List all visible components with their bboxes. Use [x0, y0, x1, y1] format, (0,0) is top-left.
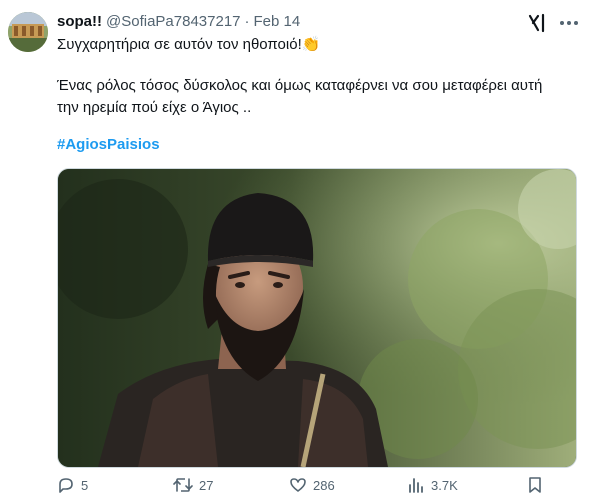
tweet[interactable]: sopa!! @SofiaPa78437217 · Feb 14 Συγχαρη… — [0, 0, 598, 494]
grok-button[interactable] — [526, 12, 548, 34]
repost-button[interactable]: 27 — [173, 476, 213, 494]
tweet-text-line-1: Συγχαρητήρια σε αυτόν τον ηθοποιό!👏 — [57, 36, 321, 53]
bookmark-button[interactable] — [527, 476, 543, 494]
views-button[interactable]: 3.7K — [407, 476, 458, 494]
tweet-header: sopa!! @SofiaPa78437217 · Feb 14 — [57, 13, 300, 33]
tweet-date[interactable]: Feb 14 — [254, 13, 301, 30]
like-button[interactable]: 286 — [289, 476, 335, 494]
reply-count: 5 — [81, 477, 89, 493]
hashtag-link[interactable]: #AgiosPaisios — [57, 136, 160, 153]
views-count: 3.7K — [431, 477, 458, 493]
avatar[interactable] — [8, 12, 48, 52]
repost-icon — [173, 478, 193, 492]
repost-count: 27 — [199, 477, 214, 493]
heart-icon — [290, 478, 306, 492]
display-name[interactable]: sopa!! — [57, 13, 102, 30]
bookmark-icon — [529, 477, 541, 493]
more-dots-icon — [560, 21, 578, 25]
separator-dot: · — [244, 13, 250, 30]
reply-button[interactable]: 5 — [57, 476, 88, 494]
tweet-actions: 5 27 286 3.7K — [57, 476, 587, 496]
tweet-text-line-2: Ένας ρόλος τόσος δύσκολος και όμως καταφ… — [57, 77, 543, 94]
more-options-button[interactable] — [555, 12, 583, 34]
grok-icon — [528, 13, 545, 33]
tweet-text-line-3: την ηρεμία πού είχε ο Άγιος .. — [57, 99, 252, 116]
reply-icon — [59, 478, 73, 493]
user-handle[interactable]: @SofiaPa78437217 — [106, 13, 241, 30]
like-count: 286 — [313, 477, 335, 493]
bar-chart-icon — [409, 478, 423, 493]
tweet-image[interactable] — [57, 168, 577, 468]
